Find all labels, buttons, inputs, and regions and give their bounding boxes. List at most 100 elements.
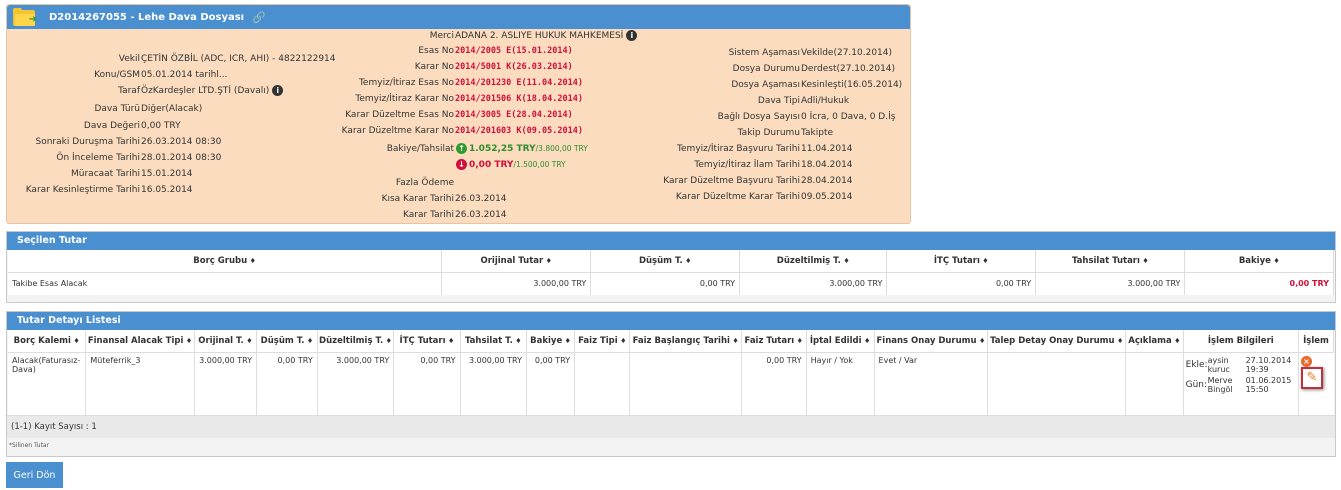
table-cell: 0,00 TRY	[393, 352, 461, 415]
sort-icon[interactable]: ♦	[513, 337, 521, 345]
secilen-tutar-header: Seçilen Tutar	[7, 232, 1335, 250]
info-row: Karar Düzeltme Karar Tarihi09.05.2014	[617, 191, 853, 203]
table-cell	[987, 352, 1127, 415]
sort-icon[interactable]: ♦	[683, 257, 691, 265]
info-value: ADANA 2. ASLIYE HUKUK MAHKEMESİ	[455, 31, 624, 41]
column-header[interactable]: Borç Kalemi ♦	[8, 330, 87, 353]
info-label: Dava Tipi	[757, 96, 800, 106]
info-value: Takipte	[801, 128, 834, 138]
info-label: Merci	[429, 31, 454, 41]
info-row: MerciADANA 2. ASLIYE HUKUK MAHKEMESİ i	[297, 30, 638, 42]
info-label: Karar No	[414, 62, 454, 72]
sort-icon[interactable]: ♦	[446, 337, 454, 345]
sort-icon[interactable]: ♦	[977, 337, 985, 345]
sort-icon[interactable]: ♦	[618, 337, 626, 345]
info-value: 28.04.2014	[801, 176, 853, 186]
sort-icon[interactable]: ♦	[183, 337, 192, 345]
column-header-label: Düzeltilmiş T.	[776, 256, 841, 266]
column-header[interactable]: Düşüm T. ♦	[590, 250, 741, 273]
delete-icon[interactable]: ×	[1300, 356, 1312, 367]
sort-icon[interactable]: ♦	[244, 337, 252, 345]
table-cell: 0,00 TRY	[526, 352, 576, 415]
table-cell: 3.000,00 TRY	[194, 352, 258, 415]
ekle-date: 27.10.2014 19:39	[1245, 356, 1292, 374]
info-row: Kısa Karar Tarihi26.03.2014	[297, 193, 507, 205]
info-value: 05.01.2014 tarihl...	[141, 70, 228, 80]
table-cell	[574, 352, 631, 415]
geri-don-button[interactable]: Geri Dön	[6, 462, 63, 488]
column-header[interactable]: Faiz Tipi ♦	[574, 330, 631, 353]
info-value: 15.01.2014	[141, 169, 193, 179]
column-header[interactable]: Faiz Tutarı ♦	[741, 330, 807, 353]
column-header[interactable]: Bakiye ♦	[526, 330, 576, 353]
table-cell: Takibe Esas Alacak	[8, 272, 443, 295]
info-label: Bağlı Dosya Sayısı	[717, 112, 800, 122]
info-icon[interactable]: i	[272, 85, 284, 96]
column-header[interactable]: İşlem	[1298, 330, 1335, 353]
sort-icon[interactable]: ♦	[71, 337, 79, 345]
sort-icon[interactable]: ♦	[562, 337, 571, 345]
info-label: Karar Tarihi	[403, 210, 454, 220]
info-value: 2014/201603 K(09.05.2014)	[455, 126, 583, 136]
column-header[interactable]: Faiz Başlangıç Tarihi ♦	[629, 330, 742, 353]
column-header-label: Bakiye	[1238, 256, 1271, 266]
info-value: 2014/3005 E(28.04.2014)	[455, 110, 573, 120]
column-header-label: Borç Kalemi	[13, 336, 71, 346]
info-label: Dosya Durumu	[732, 64, 800, 74]
column-header[interactable]: İşlem Bilgileri	[1183, 330, 1299, 353]
info-row: Konu/GSM05.01.2014 tarihl...	[11, 69, 227, 81]
sort-icon[interactable]: ♦	[862, 337, 870, 345]
link-icon[interactable]: 🔗	[252, 11, 266, 24]
column-header[interactable]: İTÇ Tutarı ♦	[886, 250, 1037, 273]
column-header[interactable]: Finansal Alacak Tipi ♦	[85, 330, 195, 353]
sort-icon[interactable]: ♦	[980, 257, 988, 265]
info-value: 09.05.2014	[801, 192, 853, 202]
sort-icon[interactable]: ♦	[304, 337, 313, 345]
sort-icon[interactable]: ♦	[543, 257, 552, 265]
edit-pencil-icon[interactable]: ✎	[1300, 367, 1323, 389]
sort-icon[interactable]: ♦	[1271, 257, 1279, 265]
info-row: Temyiz/İtiraz İlam Tarihi18.04.2014	[617, 159, 852, 171]
column-header[interactable]: İptal Edildi ♦	[806, 330, 875, 353]
silinen-note: *Silinen Tutar	[9, 441, 50, 449]
column-header[interactable]: Düzeltilmiş T. ♦	[739, 250, 888, 273]
dosya-title: D2014267055 - Lehe Dava Dosyası	[49, 11, 245, 23]
info-label: Fazla Ödeme	[395, 178, 454, 188]
sort-icon[interactable]: ♦	[1115, 337, 1123, 345]
sort-icon[interactable]: ♦	[841, 257, 849, 265]
info-label: Temyiz/İtiraz Esas No	[358, 78, 454, 88]
column-header[interactable]: Düşüm T. ♦	[256, 330, 318, 353]
column-header[interactable]: İTÇ Tutarı ♦	[393, 330, 461, 353]
table-cell: 3.000,00 TRY	[739, 272, 888, 295]
sort-icon[interactable]: ♦	[1140, 257, 1148, 265]
column-header[interactable]: Orijinal T. ♦	[194, 330, 258, 353]
table-cell: 3.000,00 TRY	[1035, 272, 1186, 295]
column-header-label: Faiz Tutarı	[744, 336, 795, 346]
column-header[interactable]: Tahsilat T. ♦	[460, 330, 527, 353]
info-label: Dosya Aşaması	[731, 80, 800, 90]
column-header[interactable]: Bakiye ♦	[1184, 250, 1334, 273]
column-header[interactable]: Finans Onay Durumu ♦	[874, 330, 989, 353]
sort-icon[interactable]: ♦	[1172, 337, 1180, 345]
table-cell: 3.000,00 TRY	[441, 272, 592, 295]
column-header[interactable]: Açıklama ♦	[1125, 330, 1184, 353]
table-cell	[1125, 352, 1184, 415]
column-header[interactable]: Talep Detay Onay Durumu ♦	[987, 330, 1127, 353]
column-header[interactable]: Orijinal Tutar ♦	[441, 250, 592, 273]
info-value: 2014/201230 E(11.04.2014)	[455, 78, 583, 88]
sort-icon[interactable]: ♦	[794, 337, 803, 345]
column-header[interactable]: Düzeltilmiş T. ♦	[317, 330, 395, 353]
column-header[interactable]: Tahsilat Tutarı ♦	[1035, 250, 1186, 273]
tutar-detayi-panel: Tutar Detayı Listesi Borç Kalemi ♦ Finans…	[6, 311, 1336, 457]
info-value: Derdest(27.10.2014)	[801, 64, 896, 74]
sort-icon[interactable]: ♦	[383, 337, 392, 345]
sort-icon[interactable]: ♦	[730, 337, 738, 345]
info-row: Sistem AşamasıVekilde(27.10.2014)	[617, 47, 892, 59]
sort-icon[interactable]: ♦	[247, 257, 256, 265]
info-row: Dava TürüDiğer(Alacak)	[11, 103, 202, 115]
column-header[interactable]: Borç Grubu ♦	[8, 250, 443, 273]
info-icon[interactable]: i	[626, 30, 638, 41]
info-row: Sonraki Duruşma Tarihi26.03.2014 08:30	[11, 136, 221, 148]
bakiye-value: 0,00 TRY	[469, 160, 514, 170]
tutar-detayi-header: Tutar Detayı Listesi	[7, 312, 1335, 330]
